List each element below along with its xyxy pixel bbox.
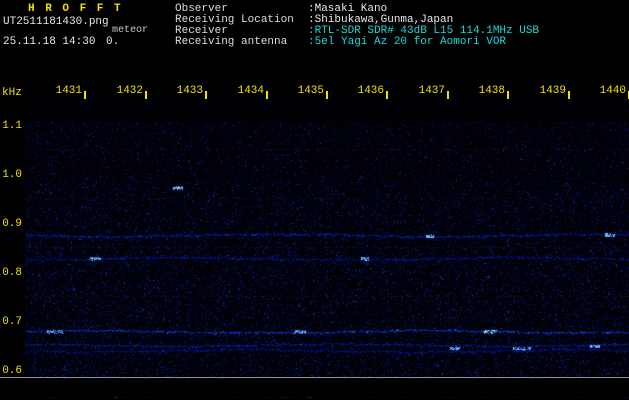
- time-tick-label-4: 1435: [290, 86, 324, 97]
- freq-tick-label-2: 0.9: [0, 219, 22, 230]
- time-tick-7: [507, 91, 509, 99]
- time-tick-label-6: 1437: [411, 86, 445, 97]
- time-tick-label-7: 1438: [471, 86, 505, 97]
- time-tick-label-5: 1436: [350, 86, 384, 97]
- time-tick-label-1: 1432: [109, 86, 143, 97]
- app-title: H R O F F T: [28, 4, 123, 15]
- separator-line: [0, 377, 629, 378]
- time-tick-label-8: 1439: [532, 86, 566, 97]
- echo-count: 0.: [106, 37, 119, 48]
- time-tick-label-0: 1431: [48, 86, 82, 97]
- time-tick-2: [205, 91, 207, 99]
- freq-tick-label-3: 0.8: [0, 268, 22, 279]
- freq-tick-label-5: 0.6: [0, 366, 22, 377]
- time-tick-1: [145, 91, 147, 99]
- time-tick-label-9: 1440: [592, 86, 626, 97]
- hrofft-screen: H R O F F T UT2511181430.png meteor 25.1…: [0, 0, 629, 400]
- spectrogram-canvas: [25, 122, 629, 398]
- spectrogram-plot: [25, 100, 629, 376]
- time-tick-5: [386, 91, 388, 99]
- freq-axis-unit: kHz: [2, 88, 22, 99]
- time-tick-label-2: 1433: [169, 86, 203, 97]
- freq-tick-label-0: 1.1: [0, 121, 22, 132]
- time-tick-0: [84, 91, 86, 99]
- signal-level-meter: [25, 379, 629, 397]
- observation-datetime: 25.11.18 14:30: [3, 37, 95, 48]
- time-tick-6: [447, 91, 449, 99]
- station-info-label-3: Receiving antenna: [175, 37, 287, 48]
- freq-tick-label-1: 1.0: [0, 170, 22, 181]
- freq-tick-label-4: 0.7: [0, 317, 22, 328]
- observation-mode-label: meteor: [112, 25, 148, 36]
- station-info-value-3: :5el Yagi Az 20 for Aomori VOR: [308, 37, 506, 48]
- time-tick-3: [266, 91, 268, 99]
- time-tick-8: [568, 91, 570, 99]
- output-filename: UT2511181430.png: [3, 17, 109, 28]
- time-tick-label-3: 1434: [230, 86, 264, 97]
- time-tick-4: [326, 91, 328, 99]
